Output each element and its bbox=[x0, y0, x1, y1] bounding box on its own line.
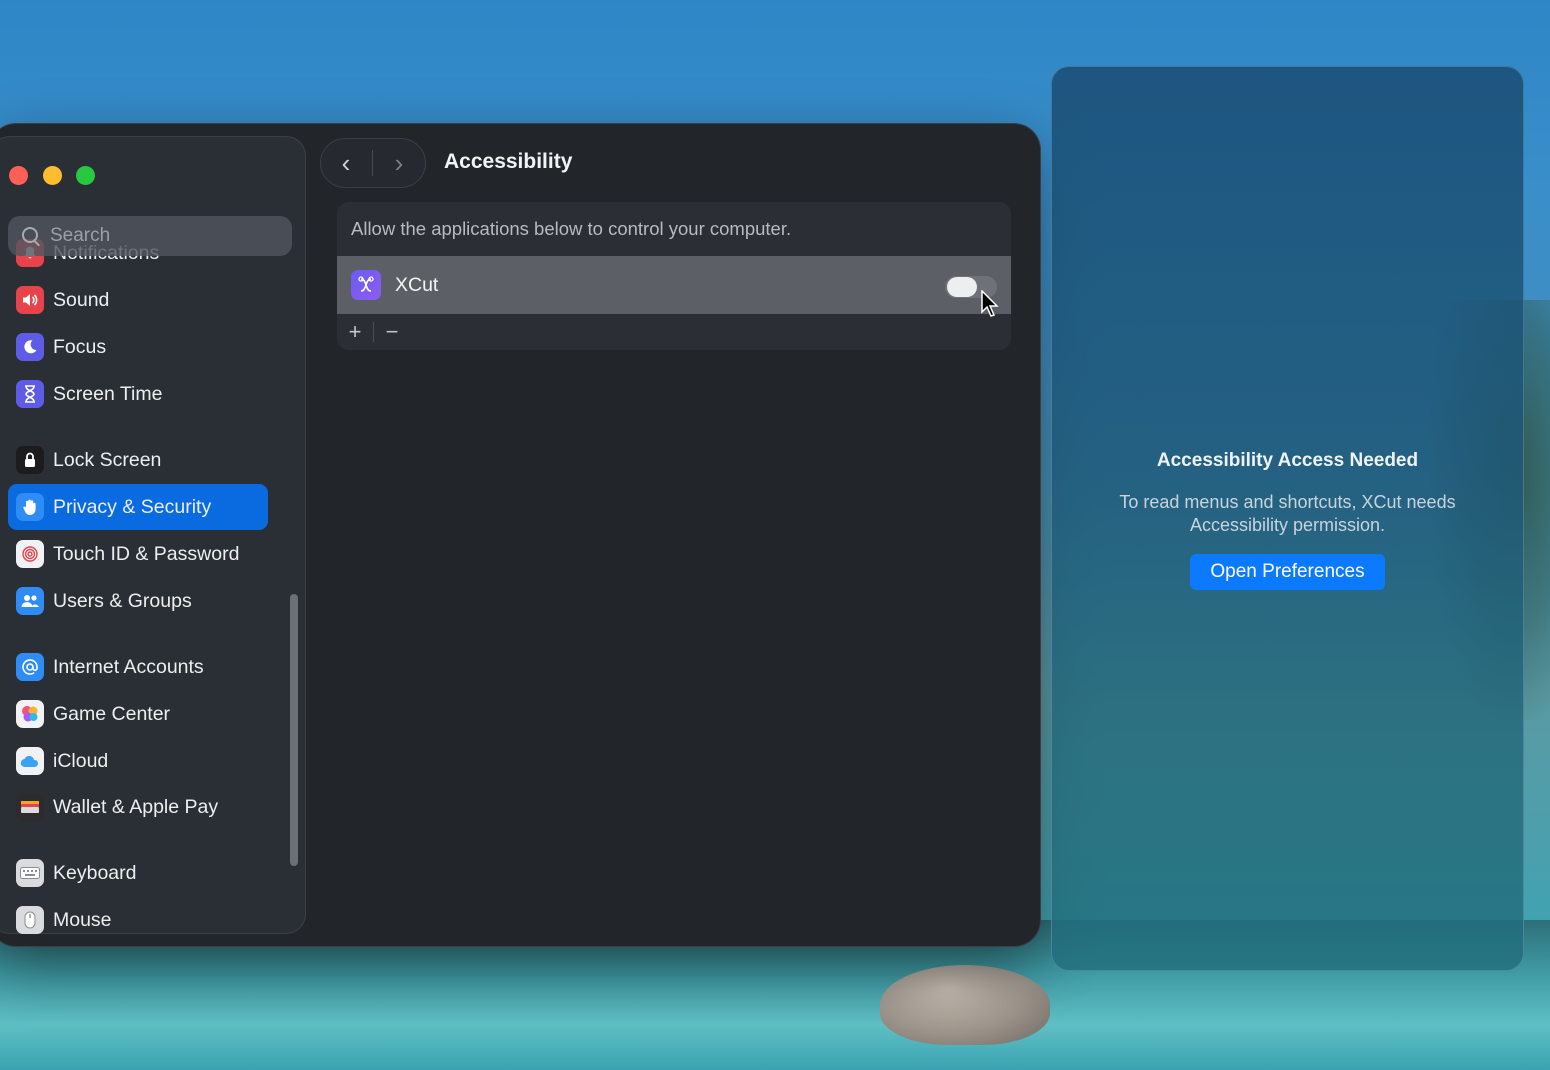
fingerprint-icon bbox=[16, 540, 44, 568]
sidebar-item-icloud[interactable]: iCloud bbox=[8, 738, 268, 784]
sidebar-item-internet-accounts[interactable]: Internet Accounts bbox=[8, 644, 268, 690]
plus-icon: + bbox=[348, 319, 362, 344]
sidebar-item-label: Privacy & Security bbox=[53, 495, 212, 518]
sidebar-scrollbar[interactable] bbox=[287, 286, 301, 926]
remove-app-button[interactable]: − bbox=[374, 314, 410, 350]
sidebar-item-label: Users & Groups bbox=[53, 589, 192, 612]
page-title: Accessibility bbox=[444, 150, 573, 173]
sidebar-item-touch-id[interactable]: Touch ID & Password bbox=[8, 531, 268, 577]
sidebar-item-keyboard[interactable]: Keyboard bbox=[8, 850, 268, 896]
speaker-icon bbox=[16, 286, 44, 314]
sidebar-item-focus[interactable]: Focus bbox=[8, 324, 268, 370]
close-button[interactable] bbox=[9, 166, 28, 185]
sidebar-item-screen-time[interactable]: Screen Time bbox=[8, 371, 268, 417]
sidebar-item-label: Keyboard bbox=[53, 861, 137, 884]
minimize-button[interactable] bbox=[43, 166, 62, 185]
minus-icon: − bbox=[385, 319, 399, 344]
mouse-cursor-icon bbox=[981, 290, 999, 317]
sidebar-item-label: Wallet & Apple Pay bbox=[53, 795, 219, 818]
hourglass-icon bbox=[16, 380, 44, 408]
sidebar: Notifications Sound Focus Screen Time bbox=[0, 136, 306, 934]
search-input[interactable] bbox=[48, 224, 272, 248]
sidebar-item-mouse[interactable]: Mouse bbox=[8, 897, 268, 934]
sidebar-item-label: Mouse bbox=[53, 908, 112, 931]
zoom-button[interactable] bbox=[76, 166, 95, 185]
navigation-buttons: ‹ › bbox=[320, 138, 426, 188]
forward-button[interactable]: › bbox=[373, 138, 425, 188]
chevron-right-icon: › bbox=[394, 147, 404, 178]
search-field[interactable] bbox=[8, 216, 292, 256]
sidebar-item-label: Focus bbox=[53, 335, 107, 358]
cloud-icon bbox=[16, 747, 44, 775]
users-icon bbox=[16, 587, 44, 615]
sidebar-item-users-groups[interactable]: Users & Groups bbox=[8, 578, 268, 624]
scrollbar-thumb[interactable] bbox=[290, 594, 298, 866]
panel-description: Allow the applications below to control … bbox=[351, 218, 792, 239]
open-preferences-button[interactable]: Open Preferences bbox=[1190, 554, 1385, 590]
keyboard-icon bbox=[16, 859, 44, 887]
moon-icon bbox=[16, 333, 44, 361]
sidebar-item-label: Sound bbox=[53, 288, 110, 311]
sidebar-item-wallet[interactable]: Wallet & Apple Pay bbox=[8, 784, 268, 830]
lock-icon bbox=[16, 446, 44, 474]
sidebar-item-label: iCloud bbox=[53, 749, 109, 772]
xcut-app-icon bbox=[351, 270, 381, 300]
accessibility-alert-panel: Accessibility Access Needed To read menu… bbox=[1051, 66, 1524, 971]
sidebar-item-sound[interactable]: Sound bbox=[8, 277, 268, 323]
add-app-button[interactable]: + bbox=[337, 314, 373, 350]
toggle-knob bbox=[947, 277, 977, 297]
at-icon bbox=[16, 653, 44, 681]
app-row-xcut[interactable]: XCut bbox=[337, 256, 1011, 314]
sidebar-item-label: Lock Screen bbox=[53, 448, 162, 471]
app-name: XCut bbox=[395, 273, 439, 296]
alert-title: Accessibility Access Needed bbox=[1156, 450, 1419, 471]
sidebar-item-privacy-security[interactable]: Privacy & Security bbox=[8, 484, 268, 530]
search-icon bbox=[22, 227, 40, 245]
accessibility-apps-panel: Allow the applications below to control … bbox=[337, 202, 1011, 350]
game-center-icon bbox=[16, 700, 44, 728]
wallpaper-rock bbox=[880, 965, 1050, 1045]
sidebar-item-label: Touch ID & Password bbox=[53, 542, 240, 565]
hand-icon bbox=[16, 493, 44, 521]
sidebar-item-label: Game Center bbox=[53, 702, 171, 725]
sidebar-item-lock-screen[interactable]: Lock Screen bbox=[8, 437, 268, 483]
wallet-icon bbox=[16, 793, 44, 821]
list-actions: + − bbox=[337, 314, 410, 350]
system-settings-window: Notifications Sound Focus Screen Time bbox=[0, 124, 1040, 946]
sidebar-item-game-center[interactable]: Game Center bbox=[8, 691, 268, 737]
sidebar-item-label: Screen Time bbox=[53, 382, 163, 405]
chevron-left-icon: ‹ bbox=[341, 147, 351, 178]
mouse-icon bbox=[16, 906, 44, 934]
alert-message: To read menus and shortcuts, XCut needs … bbox=[1119, 492, 1456, 535]
back-button[interactable]: ‹ bbox=[320, 138, 372, 188]
sidebar-item-label: Internet Accounts bbox=[53, 655, 204, 678]
